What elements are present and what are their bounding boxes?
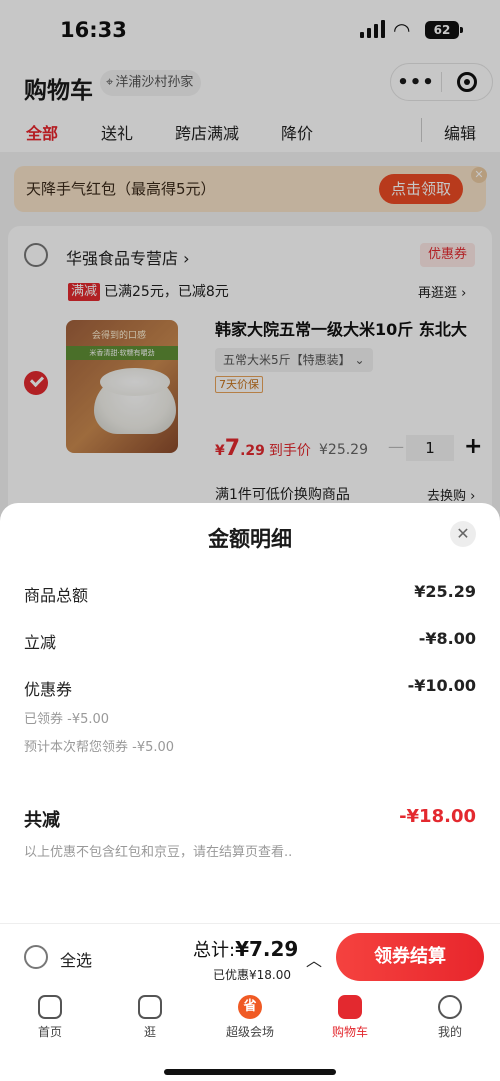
total-amount: ¥7.29 bbox=[235, 937, 299, 961]
coupon-estimate-text: 预计本次帮您领券 -¥5.00 bbox=[24, 740, 175, 755]
discount-note: 以上优惠不包含红包和京豆，请在结算页查看.. bbox=[24, 845, 293, 860]
tab-browse[interactable]: 逛 bbox=[110, 995, 190, 1040]
total-discount-label: 共减 bbox=[24, 810, 60, 831]
home-indicator bbox=[164, 1069, 336, 1075]
amount-detail-sheet: 金额明细 ✕ 商品总额 ¥25.29 立减 -¥8.00 优惠券 -¥10.00… bbox=[0, 503, 500, 923]
checkout-button[interactable]: 领券结算 bbox=[336, 933, 484, 981]
cart-icon bbox=[338, 995, 362, 1019]
checkout-bar: 全选 总计:¥7.29 已优惠¥18.00 ︿ 领券结算 bbox=[0, 923, 500, 989]
tab-cart[interactable]: 购物车 bbox=[310, 995, 390, 1040]
instant-discount-label: 立减 bbox=[24, 633, 57, 652]
select-all-checkbox[interactable] bbox=[24, 945, 48, 969]
tab-home[interactable]: 首页 bbox=[10, 995, 90, 1040]
close-icon[interactable]: ✕ bbox=[450, 521, 476, 547]
sheet-title: 金额明细 bbox=[208, 527, 292, 551]
total-discount-value: -¥18.00 bbox=[399, 806, 476, 827]
tab-cart-label: 购物车 bbox=[331, 1025, 368, 1039]
home-icon bbox=[38, 995, 62, 1019]
chevron-up-icon[interactable]: ︿ bbox=[306, 947, 322, 971]
saved-amount: 已优惠¥18.00 bbox=[213, 968, 291, 982]
coupon-claimed-text: 已领券 -¥5.00 bbox=[24, 712, 110, 727]
coupon-value: -¥10.00 bbox=[407, 676, 476, 695]
super-venue-icon: 省 bbox=[238, 995, 262, 1019]
tab-home-label: 首页 bbox=[37, 1025, 62, 1039]
tab-mine[interactable]: 我的 bbox=[410, 995, 490, 1040]
select-all-label[interactable]: 全选 bbox=[60, 947, 92, 971]
subtotal-value: ¥25.29 bbox=[414, 582, 476, 601]
total-price: 总计:¥7.29 bbox=[193, 936, 298, 962]
play-icon bbox=[138, 995, 162, 1019]
tab-browse-label: 逛 bbox=[143, 1025, 156, 1039]
smiley-icon bbox=[438, 995, 462, 1019]
subtotal-label: 商品总额 bbox=[24, 586, 89, 605]
tab-mine-label: 我的 bbox=[437, 1025, 462, 1039]
tab-super-venue-label: 超级会场 bbox=[225, 1025, 274, 1039]
instant-discount-value: -¥8.00 bbox=[418, 629, 476, 648]
tab-super-venue[interactable]: 省 超级会场 bbox=[210, 995, 290, 1040]
bottom-tab-bar: 首页 逛 省 超级会场 购物车 我的 bbox=[0, 989, 500, 1081]
total-prefix: 总计: bbox=[193, 940, 236, 961]
coupon-label: 优惠券 bbox=[24, 680, 73, 699]
